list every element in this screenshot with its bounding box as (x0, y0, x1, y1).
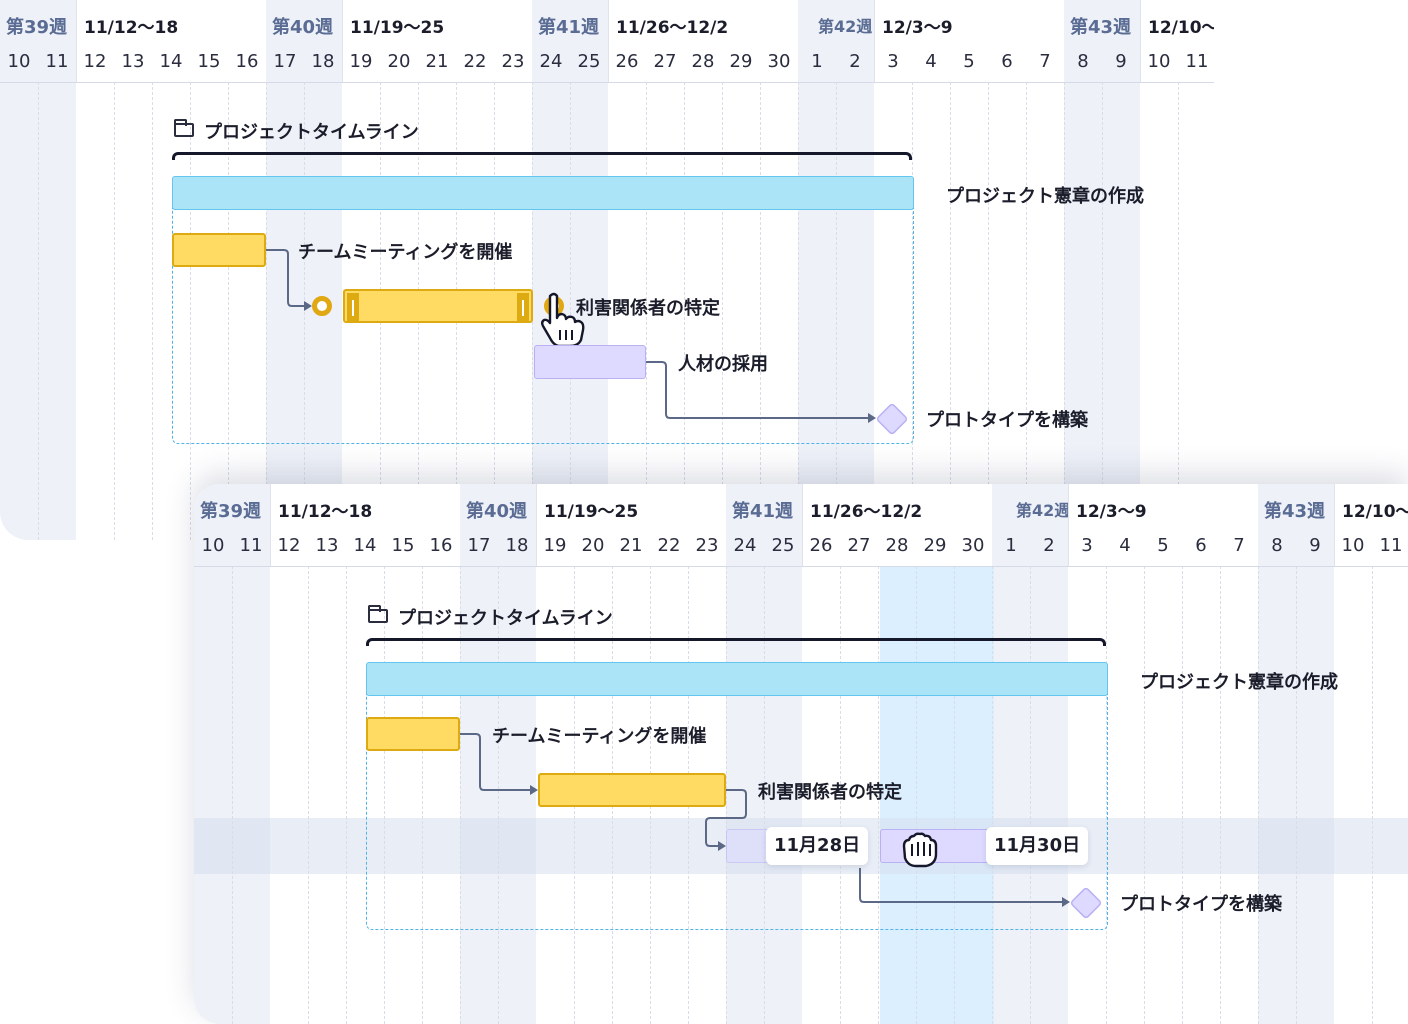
pointer-hand-icon (541, 292, 585, 348)
task-label-stakeholders: 利害関係者の特定 (576, 298, 720, 319)
task-label-meeting: チームミーティングを開催 (492, 726, 707, 747)
grab-hand-icon (902, 832, 938, 868)
task-label-stakeholders: 利害関係者の特定 (758, 782, 902, 803)
task-label-meeting: チームミーティングを開催 (298, 242, 513, 263)
dependency-connectors (266, 249, 876, 423)
milestone-diamond[interactable] (874, 401, 910, 437)
milestone-label-prototype: プロトタイプを構築 (1120, 894, 1282, 915)
resize-handle-left[interactable] (347, 293, 359, 323)
drag-end-date-chip: 11月30日 (986, 827, 1089, 865)
task-bar-hiring[interactable] (534, 345, 646, 379)
task-bar-stakeholders[interactable] (538, 773, 726, 807)
milestone-label-prototype: プロトタイプを構築 (926, 410, 1088, 431)
dependency-connectors (460, 733, 1070, 907)
task-bar-stakeholders-selected[interactable] (343, 289, 533, 323)
task-label-hiring: 人材の採用 (678, 354, 768, 375)
link-handle-start[interactable] (312, 296, 332, 316)
task-bar-meeting[interactable] (172, 233, 266, 267)
milestone-diamond[interactable] (1068, 885, 1104, 921)
drag-start-date-chip: 11月28日 (766, 827, 869, 865)
gantt-view-top: 第39週 11/12〜18 第40週 11/19〜25 第41週 11/26〜1… (0, 0, 1214, 540)
resize-handle-right[interactable] (517, 293, 529, 323)
task-bar-meeting[interactable] (366, 717, 460, 751)
gantt-view-bottom: 第39週 11/12〜18 第40週 11/19〜25 第41週 11/26〜1… (194, 484, 1408, 1024)
